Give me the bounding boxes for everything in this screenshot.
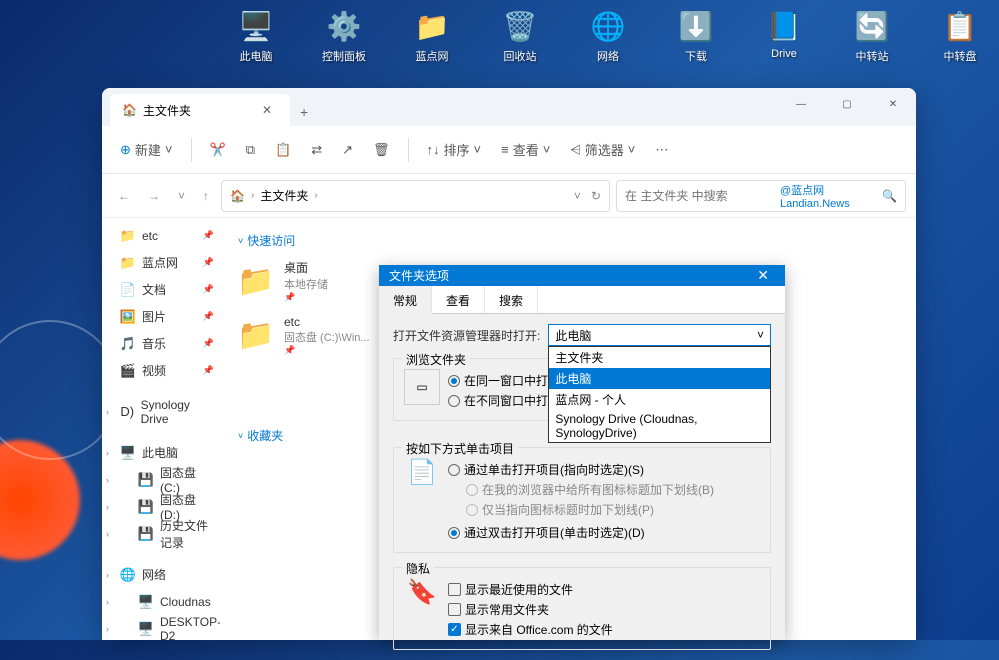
- checkbox-office-files[interactable]: ✓显示来自 Office.com 的文件: [448, 621, 613, 638]
- sidebar-item-13[interactable]: ›🖥️DESKTOP-D2: [102, 615, 220, 640]
- desktop-icon-蓝点网[interactable]: 📁蓝点网: [406, 8, 458, 64]
- dialog-titlebar[interactable]: 文件夹选项 ✕: [379, 265, 785, 286]
- section-quick-access[interactable]: ˅快速访问: [238, 232, 898, 249]
- breadcrumb-current[interactable]: 主文件夹: [260, 187, 308, 204]
- share-button[interactable]: ↗: [334, 136, 361, 164]
- cut-button[interactable]: ✂️: [202, 136, 234, 164]
- sidebar-item-10[interactable]: ›💾历史文件记录: [102, 520, 220, 547]
- dialog-tab-2[interactable]: 搜索: [485, 286, 538, 313]
- desktop-icons-row: 🖥️此电脑 ⚙️控制面板 📁蓝点网 🗑️回收站 🌐网络 ⬇️下载 📘Drive 🔄中转站 📋中转…: [230, 8, 986, 64]
- radio-double-click[interactable]: 通过双击打开项目(单击时选定)(D): [448, 524, 714, 541]
- sidebar-item-0[interactable]: 📁etc📌: [102, 222, 220, 249]
- home-icon: 🏠: [122, 103, 137, 117]
- window-controls: — ▢ ✕: [778, 88, 916, 120]
- search-box[interactable]: @蓝点网 Landian.News 🔍: [616, 180, 906, 212]
- sidebar-item-5[interactable]: 🎬视频📌: [102, 357, 220, 384]
- sidebar-item-2[interactable]: 📄文档📌: [102, 276, 220, 303]
- desktop-icon-回收站[interactable]: 🗑️回收站: [494, 8, 546, 64]
- minimize-button[interactable]: —: [778, 88, 824, 120]
- dialog-tab-1[interactable]: 查看: [432, 286, 485, 313]
- history-button[interactable]: ˅: [172, 185, 191, 207]
- tab-title: 主文件夹: [143, 102, 191, 119]
- toolbar: ⊕ 新建 ˅ ✂️ ⧉ 📋 ⇄ ↗ 🗑 ↑↓ 排序 ˅ ≡ 查看 ˅ ⩤ 筛选器…: [102, 126, 916, 174]
- back-button[interactable]: ←: [112, 185, 136, 207]
- privacy-group: 隐私 🔖 显示最近使用的文件 显示常用文件夹 ✓显示来自 Office.com …: [393, 567, 771, 650]
- dialog-tab-0[interactable]: 常规: [379, 286, 432, 314]
- view-button[interactable]: ≡ 查看 ˅: [493, 134, 558, 165]
- sidebar-item-6[interactable]: ›D)Synology Drive: [102, 398, 220, 425]
- sidebar: 📁etc📌📁蓝点网📌📄文档📌🖼️图片📌🎵音乐📌🎬视频📌 ›D)Synology D…: [102, 218, 220, 640]
- tab-close-icon[interactable]: ✕: [256, 101, 278, 119]
- checkbox-recent-files[interactable]: 显示最近使用的文件: [448, 581, 613, 598]
- checkbox-frequent-folders[interactable]: 显示常用文件夹: [448, 601, 613, 618]
- filter-button[interactable]: ⩤ 筛选器 ˅: [562, 134, 643, 165]
- combobox-dropdown: 主文件夹此电脑蓝点网 - 个人Synology Drive (Cloudnas,…: [548, 346, 771, 443]
- combo-option-1[interactable]: 此电脑: [549, 368, 770, 389]
- nav-bar: ← → ˅ ↑ 🏠 › 主文件夹 › ˅ ↻ @蓝点网 Landian.News…: [102, 174, 916, 218]
- breadcrumb-home-icon: 🏠: [230, 189, 245, 203]
- search-icon[interactable]: 🔍: [882, 189, 897, 203]
- new-tab-button[interactable]: +: [290, 98, 318, 126]
- combo-option-2[interactable]: 蓝点网 - 个人: [549, 389, 770, 410]
- desktop-icon-中转站[interactable]: 🔄中转站: [846, 8, 898, 64]
- privacy-icon: 🔖: [404, 578, 440, 641]
- chevron-down-icon: ˅: [757, 328, 764, 342]
- open-explorer-label: 打开文件资源管理器时打开:: [393, 327, 540, 344]
- dialog-tabs: 常规查看搜索: [379, 286, 785, 314]
- refresh-icon[interactable]: ↻: [591, 189, 601, 203]
- chevron-right-icon: ›: [251, 190, 254, 201]
- maximize-button[interactable]: ▢: [824, 88, 870, 120]
- delete-button[interactable]: 🗑: [365, 136, 398, 164]
- sidebar-item-12[interactable]: ›🖥️Cloudnas: [102, 588, 220, 615]
- desktop-icon-下载[interactable]: ⬇️下载: [670, 8, 722, 64]
- radio-underline-hover: 仅当指向图标标题时加下划线(P): [448, 501, 714, 518]
- search-input[interactable]: [625, 189, 780, 203]
- desktop-icon-中转盘[interactable]: 📋中转盘: [934, 8, 986, 64]
- folder-options-dialog: 文件夹选项 ✕ 常规查看搜索 打开文件资源管理器时打开: 此电脑˅ 主文件夹此电…: [379, 265, 785, 640]
- sidebar-item-3[interactable]: 🖼️图片📌: [102, 303, 220, 330]
- browse-icon: ▭: [404, 369, 440, 405]
- paste-button[interactable]: 📋: [267, 136, 299, 164]
- dialog-title-text: 文件夹选项: [389, 267, 449, 284]
- group-title: 按如下方式单击项目: [402, 440, 518, 457]
- new-button[interactable]: ⊕ 新建 ˅: [112, 134, 181, 165]
- up-button[interactable]: ↑: [197, 185, 215, 207]
- chevron-right-icon: ›: [314, 190, 317, 201]
- rename-button[interactable]: ⇄: [303, 136, 330, 164]
- desktop-icon-Drive[interactable]: 📘Drive: [758, 8, 810, 64]
- combo-option-3[interactable]: Synology Drive (Cloudnas, SynologyDrive): [549, 410, 770, 442]
- sidebar-item-8[interactable]: ›💾固态盘 (C:): [102, 466, 220, 493]
- breadcrumb[interactable]: 🏠 › 主文件夹 › ˅ ↻: [221, 180, 610, 212]
- sidebar-item-11[interactable]: ›🌐网络: [102, 561, 220, 588]
- open-location-combobox[interactable]: 此电脑˅ 主文件夹此电脑蓝点网 - 个人Synology Drive (Clou…: [548, 324, 771, 346]
- copy-button[interactable]: ⧉: [238, 136, 263, 164]
- watermark-text: @蓝点网 Landian.News: [780, 182, 878, 210]
- sidebar-item-7[interactable]: ›🖥️此电脑: [102, 439, 220, 466]
- desktop-icon-此电脑[interactable]: 🖥️此电脑: [230, 8, 282, 64]
- more-button[interactable]: ⋯: [647, 136, 676, 164]
- click-icon: 📄: [404, 458, 440, 544]
- sidebar-item-1[interactable]: 📁蓝点网📌: [102, 249, 220, 276]
- tab-home-folder[interactable]: 🏠 主文件夹 ✕: [110, 94, 290, 126]
- desktop-icon-网络[interactable]: 🌐网络: [582, 8, 634, 64]
- sidebar-item-4[interactable]: 🎵音乐📌: [102, 330, 220, 357]
- dialog-close-button[interactable]: ✕: [751, 265, 775, 286]
- combo-option-0[interactable]: 主文件夹: [549, 347, 770, 368]
- forward-button[interactable]: →: [142, 185, 166, 207]
- close-button[interactable]: ✕: [870, 88, 916, 120]
- group-title: 隐私: [402, 560, 434, 577]
- click-items-group: 按如下方式单击项目 📄 通过单击打开项目(指向时选定)(S) 在我的浏览器中给所…: [393, 447, 771, 553]
- radio-single-click[interactable]: 通过单击打开项目(指向时选定)(S): [448, 461, 714, 478]
- radio-underline-all: 在我的浏览器中给所有图标标题加下划线(B): [448, 481, 714, 498]
- breadcrumb-dropdown-icon[interactable]: ˅: [574, 189, 581, 203]
- group-title: 浏览文件夹: [402, 351, 470, 368]
- desktop-icon-控制面板[interactable]: ⚙️控制面板: [318, 8, 370, 64]
- sort-button[interactable]: ↑↓ 排序 ˅: [419, 134, 490, 165]
